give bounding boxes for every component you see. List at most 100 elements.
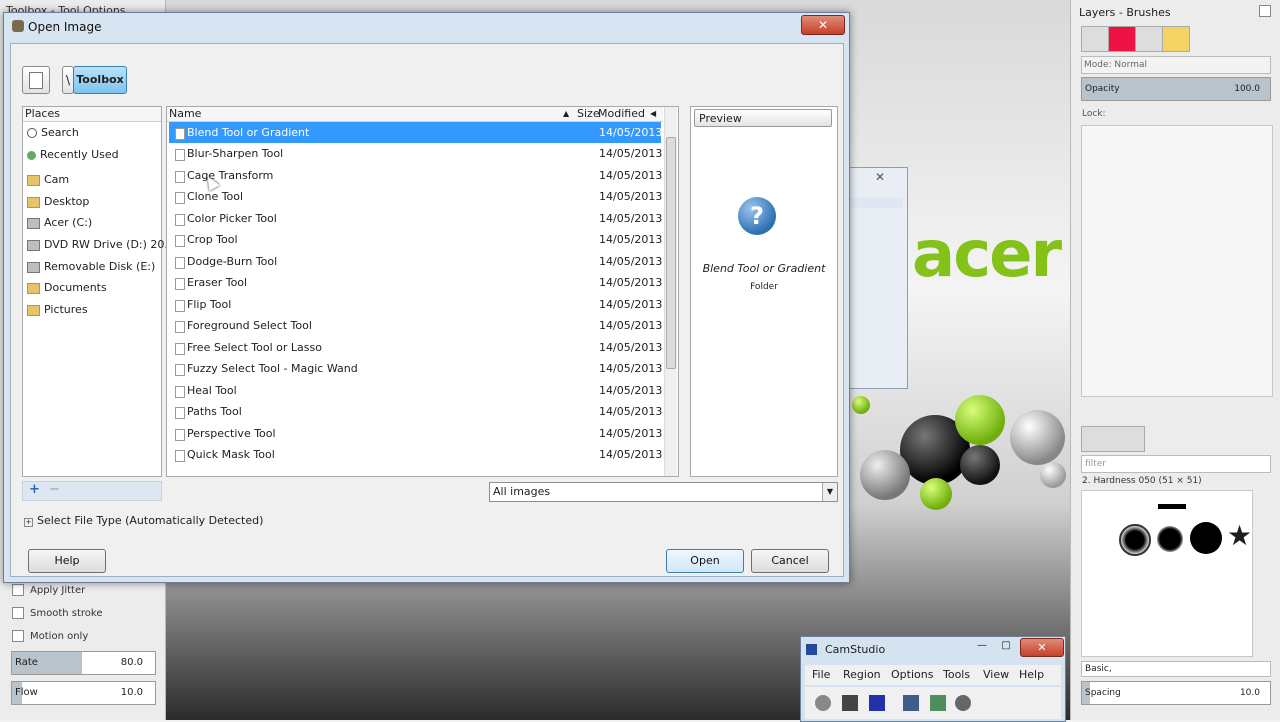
pause-icon[interactable]	[842, 695, 858, 711]
place-dvd-drive[interactable]: DVD RW Drive (D:) 20...	[27, 235, 175, 255]
file-row[interactable]: Eraser Tool 14/05/2013	[169, 272, 662, 293]
file-filter-value: All images	[493, 485, 551, 498]
apply-jitter-row[interactable]: Apply Jitter	[12, 584, 85, 596]
unknown-file-icon: ?	[738, 197, 776, 235]
dialog-close-button[interactable]: ✕	[801, 15, 845, 35]
help-button[interactable]: Help	[28, 549, 106, 573]
open-button[interactable]: Open	[666, 549, 744, 573]
file-date: 14/05/2013	[599, 126, 663, 139]
rate-slider[interactable]: Rate 80.0	[11, 651, 156, 675]
mode-select[interactable]: Mode: Normal	[1081, 56, 1271, 74]
background-window: ✕	[846, 167, 908, 389]
file-row[interactable]: Quick Mask Tool 14/05/2013	[169, 444, 662, 465]
pencil-note-icon	[29, 72, 43, 89]
select-file-type-expander[interactable]: + Select File Type (Automatically Detecte…	[24, 514, 263, 527]
file-row[interactable]: Crop Tool 14/05/2013	[169, 229, 662, 250]
file-row[interactable]: Blur-Sharpen Tool 14/05/2013	[169, 143, 662, 164]
file-name: Eraser Tool	[187, 276, 248, 289]
smooth-stroke-row[interactable]: Smooth stroke	[12, 607, 103, 619]
smooth-stroke-checkbox[interactable]	[12, 607, 24, 619]
cancel-button[interactable]: Cancel	[751, 549, 829, 573]
spacing-slider[interactable]: Spacing 10.0	[1081, 681, 1271, 705]
place-label: Acer (C:)	[44, 216, 93, 229]
file-name: Paths Tool	[187, 405, 242, 418]
maximize-icon[interactable]: □	[995, 640, 1017, 655]
file-row[interactable]: Flip Tool 14/05/2013	[169, 294, 662, 315]
place-search[interactable]: Search	[27, 123, 79, 143]
lock-label: Lock:	[1082, 109, 1106, 119]
channels-tab-icon[interactable]	[1108, 26, 1136, 52]
brush-grid[interactable]: ★	[1081, 490, 1253, 657]
motion-only-checkbox[interactable]	[12, 630, 24, 642]
file-list-header: Name ▲ Size Modified ◀	[167, 107, 663, 122]
brush-swatch[interactable]	[1157, 526, 1183, 552]
file-row[interactable]: Foreground Select Tool 14/05/2013	[169, 315, 663, 336]
file-row[interactable]: Color Picker Tool 14/05/2013	[169, 208, 663, 229]
preview-button[interactable]: Preview	[694, 109, 832, 127]
apply-jitter-checkbox[interactable]	[12, 584, 24, 596]
type-location-button[interactable]	[22, 66, 50, 94]
chevron-down-icon[interactable]: ▼	[822, 483, 837, 501]
place-removable-disk[interactable]: Removable Disk (E:)	[27, 257, 155, 277]
menu-file[interactable]: File	[812, 665, 830, 685]
file-row[interactable]: Clone Tool 14/05/2013	[169, 186, 662, 207]
record-icon[interactable]	[815, 695, 831, 711]
place-recently-used[interactable]: Recently Used	[27, 145, 119, 165]
brush-preset-select[interactable]: Basic,	[1081, 661, 1271, 677]
path-crumb-toolbox[interactable]: Toolbox	[73, 66, 127, 94]
brush-swatch-selected[interactable]	[1119, 524, 1151, 556]
place-documents[interactable]: Documents	[27, 278, 107, 298]
folder-icon	[27, 282, 40, 294]
places-header[interactable]: Places	[23, 107, 161, 122]
file-filter-select[interactable]: All images ▼	[489, 482, 838, 502]
place-desktop[interactable]: Desktop	[27, 192, 89, 212]
place-acer-c[interactable]: Acer (C:)	[27, 213, 92, 233]
flow-slider[interactable]: Flow 10.0	[11, 681, 156, 705]
menu-region[interactable]: Region	[843, 665, 881, 685]
menu-view[interactable]: View	[983, 665, 1009, 685]
file-row[interactable]: Free Select Tool or Lasso 14/05/2013	[169, 337, 662, 358]
open-image-dialog: Open Image ✕ \ Toolbox Places Search Rec…	[3, 12, 850, 583]
menu-help[interactable]: Help	[1019, 665, 1044, 685]
brush-swatch[interactable]	[1158, 504, 1186, 509]
file-row[interactable]: Fuzzy Select Tool - Magic Wand 14/05/2013	[169, 358, 662, 379]
remove-bookmark-icon[interactable]: −	[49, 482, 60, 497]
star-brush-icon[interactable]: ★	[1227, 519, 1252, 552]
add-bookmark-icon[interactable]: +	[29, 482, 40, 497]
folder-icon	[175, 321, 185, 333]
brush-swatch[interactable]	[1190, 522, 1222, 554]
file-row-selected[interactable]: Blend Tool or Gradient 14/05/2013	[169, 122, 663, 143]
column-modified-header[interactable]: Modified	[598, 107, 645, 121]
layers-tab-icon[interactable]	[1081, 26, 1109, 52]
undo-history-tab-icon[interactable]	[1162, 26, 1190, 52]
file-row[interactable]: Dodge-Burn Tool 14/05/2013	[169, 251, 662, 272]
opacity-slider[interactable]: Opacity 100.0	[1081, 77, 1271, 101]
stop-icon[interactable]	[869, 695, 885, 711]
brush-filter-input[interactable]: filter	[1081, 455, 1271, 473]
dock-close-icon[interactable]	[1259, 5, 1271, 17]
region-icon[interactable]	[903, 695, 919, 711]
motion-only-row[interactable]: Motion only	[12, 630, 88, 642]
file-row[interactable]: Heal Tool 14/05/2013	[169, 380, 662, 401]
close-icon[interactable]: ✕	[1020, 638, 1064, 657]
scrollbar-thumb[interactable]	[666, 137, 676, 369]
menu-tools[interactable]: Tools	[943, 665, 970, 685]
place-pictures[interactable]: Pictures	[27, 300, 88, 320]
place-label: Pictures	[44, 303, 88, 316]
column-size-header[interactable]: Size	[577, 107, 600, 121]
file-row[interactable]: Cage Transform 14/05/2013	[169, 165, 662, 186]
minimize-icon[interactable]: —	[971, 640, 993, 655]
file-row[interactable]: Paths Tool 14/05/2013	[169, 401, 662, 422]
brushes-tabs[interactable]	[1081, 426, 1145, 452]
place-cam[interactable]: Cam	[27, 170, 69, 190]
menu-options[interactable]: Options	[891, 665, 933, 685]
annotate-icon[interactable]	[930, 695, 946, 711]
layers-list[interactable]	[1081, 125, 1273, 397]
file-row[interactable]: Perspective Tool 14/05/2013	[169, 423, 662, 444]
file-date: 14/05/2013	[599, 319, 663, 332]
file-date: 14/05/2013	[599, 212, 663, 225]
column-name-header[interactable]: Name	[169, 107, 201, 121]
close-icon[interactable]: ✕	[875, 170, 885, 184]
paths-tab-icon[interactable]	[1135, 26, 1163, 52]
swf-icon[interactable]	[955, 695, 971, 711]
